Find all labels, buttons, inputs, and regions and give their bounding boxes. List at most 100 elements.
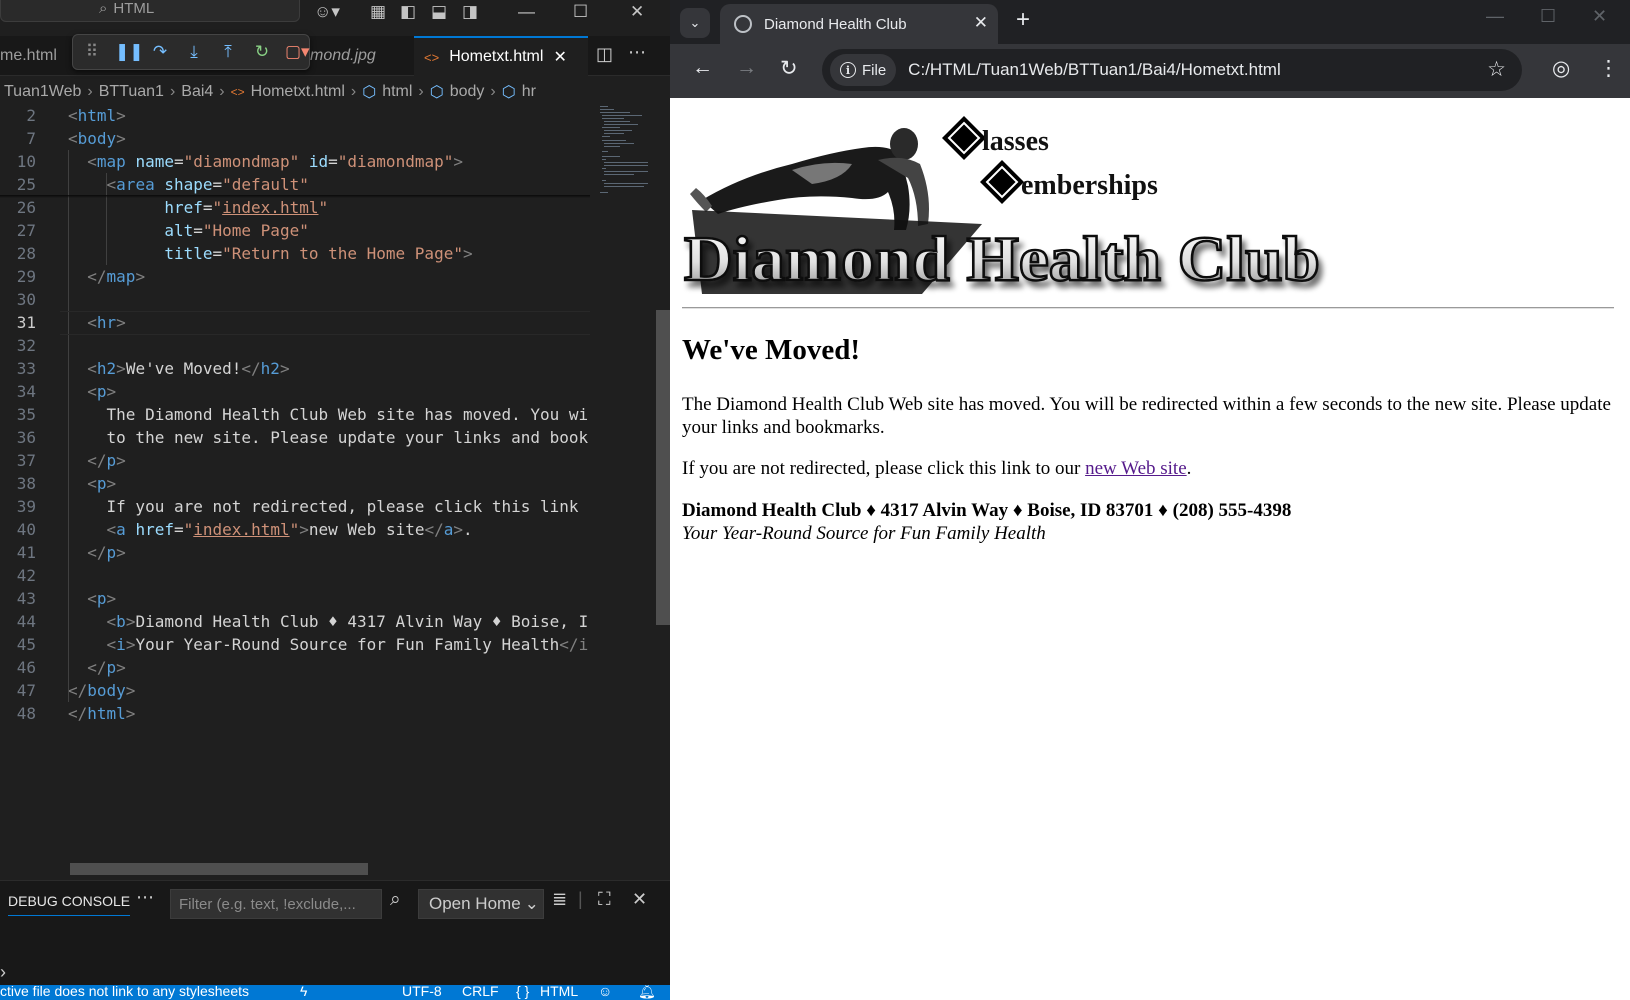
code-line[interactable]: 35 The Diamond Health Club Web site has … <box>0 403 590 427</box>
more-actions-icon[interactable]: ⋯ <box>136 887 154 908</box>
code-line[interactable]: 10 <map name="diamondmap" id="diamondmap… <box>0 150 590 174</box>
code-line[interactable]: 42 <box>0 564 590 588</box>
forward-arrow-icon[interactable]: → <box>736 56 757 80</box>
breadcrumb-item[interactable]: hr <box>522 83 536 101</box>
code-line[interactable]: 27 alt="Home Page" <box>0 219 590 243</box>
club-banner-image[interactable]: lasses emberships Diamond Health Club <box>682 114 1354 300</box>
tab-home-html[interactable]: me.html <box>0 36 67 76</box>
horizontal-scrollbar[interactable] <box>70 863 368 875</box>
console-filter-input[interactable]: Filter (e.g. text, !exclude,... <box>170 889 382 919</box>
tab-search-icon[interactable]: ⌄ <box>680 8 710 38</box>
separator: | <box>578 889 583 909</box>
profile-icon[interactable]: ◎ <box>1552 56 1570 81</box>
more-actions-icon[interactable]: ⋯ <box>628 42 646 63</box>
code-line[interactable]: 41 </p> <box>0 541 590 565</box>
breadcrumb-item[interactable]: html <box>382 83 412 101</box>
status-language[interactable]: HTML <box>540 985 578 999</box>
status-eol[interactable]: CRLF <box>462 985 499 999</box>
back-arrow-icon[interactable]: ← <box>692 56 713 80</box>
tab-debug-console[interactable]: DEBUG CONSOLE <box>8 893 131 916</box>
restart-icon[interactable]: ↻ <box>251 42 273 62</box>
code-text: <a href="index.html">new Web site</a>. <box>106 520 473 539</box>
breadcrumb-item[interactable]: Bai4 <box>181 83 213 101</box>
minimap[interactable] <box>592 104 652 874</box>
address-bar[interactable]: i File C:/HTML/Tuan1Web/BTTuan1/Bai4/Hom… <box>822 49 1522 91</box>
breadcrumb-item[interactable]: body <box>450 83 485 101</box>
lightning-icon[interactable]: ϟ <box>300 985 307 999</box>
step-out-icon[interactable]: ⤒ <box>217 42 239 62</box>
maximize-panel-icon[interactable]: ⛶ <box>598 889 611 910</box>
code-line[interactable]: 48 </html> <box>0 702 590 726</box>
code-line[interactable]: 47 </body> <box>0 679 590 703</box>
launch-config-select[interactable]: Open Home ⌄ <box>418 889 544 919</box>
close-tab-icon[interactable]: ✕ <box>553 47 566 67</box>
browser-tab[interactable]: Diamond Health Club ✕ <box>720 4 998 44</box>
code-line[interactable]: 43 <p> <box>0 587 590 611</box>
info-icon: i <box>840 62 856 78</box>
site-info-chip[interactable]: i File <box>830 54 897 86</box>
code-line[interactable]: 34 <p> <box>0 380 590 404</box>
status-bar: ctive file does not link to any styleshe… <box>0 985 670 1000</box>
split-editor-icon[interactable]: ◫ <box>596 44 613 65</box>
code-line[interactable]: 28 title="Return to the Home Page"> <box>0 242 590 266</box>
tab-hometxt-html[interactable]: <> Hometxt.html ✕ <box>414 36 588 76</box>
code-line[interactable]: 40 <a href="index.html">new Web site</a>… <box>0 518 590 542</box>
code-line[interactable]: 37 </p> <box>0 449 590 473</box>
copilot-icon[interactable]: ☺ <box>598 985 612 999</box>
new-web-site-link[interactable]: new Web site <box>1085 458 1187 479</box>
minimize-icon[interactable]: — <box>1486 6 1504 27</box>
step-into-icon[interactable]: ⤓ <box>183 42 205 62</box>
stop-icon[interactable]: ▢▾ <box>285 42 310 62</box>
toggle-secondary-sidebar-icon[interactable]: ◨ <box>462 2 478 22</box>
status-message[interactable]: ctive file does not link to any styleshe… <box>0 985 249 999</box>
close-window-icon[interactable]: ✕ <box>630 2 644 22</box>
code-line[interactable]: 46 </p> <box>0 656 590 680</box>
code-line[interactable]: 7 <body> <box>0 127 590 151</box>
line-number: 44 <box>16 612 36 631</box>
code-line[interactable]: 2 <html> <box>0 104 590 128</box>
code-editor[interactable]: 2 <html> 7 <body> 10 <map name="diamondmap" … <box>0 104 590 874</box>
code-line[interactable]: 39 If you are not redirected, please cli… <box>0 495 590 519</box>
drag-handle-icon[interactable]: ⠿ <box>81 42 103 62</box>
code-line[interactable]: 29 </map> <box>0 265 590 289</box>
command-center-search[interactable]: ⌕ HTML <box>0 0 300 22</box>
close-tab-icon[interactable]: ✕ <box>974 13 988 33</box>
toggle-panel-icon[interactable]: ⬓ <box>431 2 447 22</box>
code-line[interactable]: 38 <p> <box>0 472 590 496</box>
customize-layout-icon[interactable]: ▦ <box>370 2 386 22</box>
toggle-sidebar-icon[interactable]: ◧ <box>400 2 416 22</box>
breadcrumb-item[interactable]: Hometxt.html <box>251 83 345 101</box>
copilot-icon[interactable]: ☺▾ <box>314 2 340 22</box>
maximize-icon[interactable]: ☐ <box>573 2 588 22</box>
menu-kebab-icon[interactable]: ⋮ <box>1598 56 1619 81</box>
code-line[interactable]: 44 <b>Diamond Health Club ♦ 4317 Alvin W… <box>0 610 590 634</box>
globe-icon <box>734 15 752 33</box>
step-over-icon[interactable]: ↷ <box>149 42 171 62</box>
clear-console-icon[interactable]: ≣ <box>552 889 567 910</box>
code-line[interactable]: 30 <box>0 288 590 312</box>
bell-icon[interactable]: 🔔︎ <box>638 985 656 1000</box>
code-line[interactable]: 25 <area shape="default" <box>0 173 590 197</box>
debug-console-output[interactable]: › <box>0 924 670 990</box>
page-heading: We've Moved! <box>682 334 860 366</box>
new-tab-icon[interactable]: + <box>1016 6 1030 34</box>
code-line[interactable]: 36 to the new site. Please update your l… <box>0 426 590 450</box>
code-line[interactable]: 45 <i>Your Year-Round Source for Fun Fam… <box>0 633 590 657</box>
filter-icon[interactable]: ⌕ <box>390 889 401 911</box>
close-panel-icon[interactable]: ✕ <box>632 889 647 910</box>
code-line[interactable]: 32 <box>0 334 590 358</box>
maximize-icon[interactable]: ☐ <box>1540 6 1556 27</box>
status-encoding[interactable]: UTF-8 <box>402 985 442 999</box>
browser-tab-title: Diamond Health Club <box>764 15 907 33</box>
vertical-scrollbar[interactable] <box>656 310 670 625</box>
code-line[interactable]: 33 <h2>We've Moved!</h2> <box>0 357 590 381</box>
bookmark-star-icon[interactable]: ☆ <box>1487 57 1506 82</box>
close-window-icon[interactable]: ✕ <box>1592 6 1607 27</box>
code-line[interactable]: 26 href="index.html" <box>0 196 590 220</box>
breadcrumb-item[interactable]: BTTuan1 <box>99 83 164 101</box>
breadcrumb-item[interactable]: Tuan1Web <box>4 83 81 101</box>
minimize-icon[interactable]: — <box>518 2 535 22</box>
tab-diamond-jpg[interactable]: mond.jpg <box>300 36 386 76</box>
reload-icon[interactable]: ↻ <box>780 56 798 81</box>
pause-icon[interactable]: ❚❚ <box>115 42 144 62</box>
